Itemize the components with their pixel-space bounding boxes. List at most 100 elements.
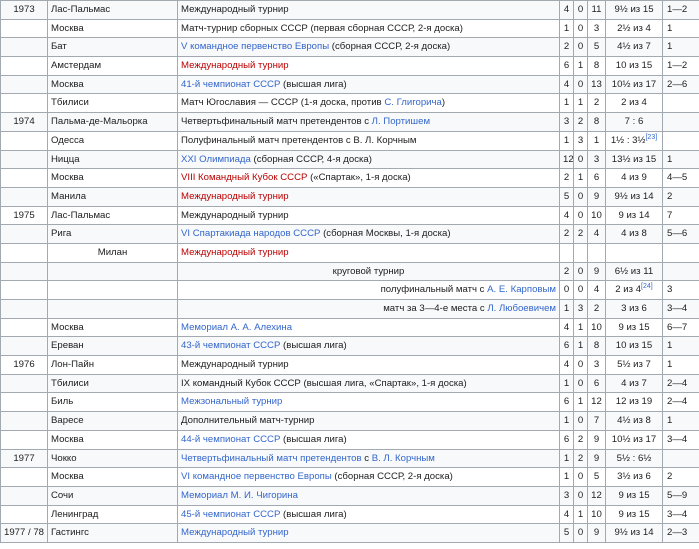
event-cell: Международный турнир (177, 186, 560, 207)
year-cell (0, 280, 48, 300)
draws-cell: 10 (587, 205, 606, 226)
table-row: Ленинград 45-й чемпионат СССР (высшая лиг… (0, 504, 699, 525)
table-row: Бат V командное первенство Европы (сборна… (0, 37, 699, 58)
wins-cell: 6 (559, 56, 574, 76)
footnote-link[interactable]: [23] (645, 134, 657, 141)
year-cell: 1976 (0, 355, 48, 375)
score-cell: 9½ из 14 (605, 523, 663, 543)
event-text: Международный турнир (181, 209, 289, 221)
city-cell: Москва (47, 317, 178, 338)
event-cell: V командное первенство Европы (сборная С… (177, 37, 560, 58)
wins-cell: 0 (559, 280, 574, 300)
event-link[interactable]: Л. Портишем (372, 116, 430, 127)
table-row: Милан Международный турнир (0, 242, 699, 263)
event-cell: Межзональный турнир (177, 392, 560, 413)
table-row: Ереван 43-й чемпионат СССР (высшая лига) 6… (0, 336, 699, 357)
event-link[interactable]: XXI Олимпиада (181, 154, 251, 165)
place-cell: 2 (662, 186, 699, 207)
event-link[interactable]: Международный турнир (181, 191, 289, 202)
event-cell: Международный турнир (177, 56, 560, 76)
losses-cell: 0 (573, 261, 588, 282)
event-cell: 43-й чемпионат СССР (высшая лига) (177, 336, 560, 357)
event-link[interactable]: 41-й чемпионат СССР (181, 79, 280, 90)
table-row: 1973 Лас-Пальмас Международный турнир 4 0 11 9… (0, 0, 699, 20)
wins-cell: 4 (559, 317, 574, 338)
event-cell: Мемориал М. И. Чигорина (177, 485, 560, 506)
table-row: Москва 44-й чемпионат СССР (высшая лига) 6… (0, 429, 699, 450)
year-cell (0, 504, 48, 525)
place-cell (662, 242, 699, 263)
event-link[interactable]: Международный турнир (181, 527, 289, 538)
year-cell (0, 392, 48, 413)
event-text: (высшая лига) (280, 340, 347, 352)
place-cell: 1 (662, 18, 699, 39)
event-link[interactable]: С. Глигорича (384, 97, 442, 108)
event-link[interactable]: VI командное первенство Европы (181, 471, 332, 482)
event-cell: VIII Командный Кубок СССР («Спартак», 1-… (177, 168, 560, 188)
place-cell: 6—7 (662, 317, 699, 338)
city-cell: Милан (47, 242, 178, 263)
event-link[interactable]: А. Е. Карповым (487, 284, 556, 295)
place-cell: 2—4 (662, 373, 699, 394)
event-link[interactable]: 44-й чемпионат СССР (181, 434, 280, 445)
place-cell (662, 130, 699, 151)
losses-cell: 2 (573, 112, 588, 132)
event-text: (высшая лига) (280, 433, 347, 445)
event-link[interactable]: Международный турнир (181, 247, 289, 258)
event-link[interactable]: V командное первенство Европы (181, 41, 329, 52)
place-cell: 2—4 (662, 392, 699, 413)
table-row: 1977 Чокко Четвертьфинальный матч претенде… (0, 448, 699, 469)
year-cell (0, 373, 48, 394)
draws-cell: 8 (587, 112, 606, 132)
place-cell: 5—9 (662, 485, 699, 506)
event-text: Полуфинальный матч претендентов с В. Л. … (181, 134, 417, 146)
losses-cell: 1 (573, 392, 588, 413)
event-link[interactable]: VI Спартакиада народов СССР (181, 228, 320, 239)
event-link[interactable]: 45-й чемпионат СССР (181, 509, 280, 520)
place-cell: 1 (662, 149, 699, 170)
losses-cell: 1 (573, 93, 588, 114)
event-text: (сборная СССР, 2-я доска) (331, 471, 453, 483)
score-cell: 10 из 15 (605, 56, 663, 76)
event-link[interactable]: В. Л. Корчным (372, 453, 435, 464)
event-link[interactable]: Мемориал М. И. Чигорина (181, 490, 298, 501)
event-cell: Дополнительный матч-турнир (177, 411, 560, 431)
table-row: Москва 41-й чемпионат СССР (высшая лига) 4… (0, 74, 699, 95)
year-cell (0, 485, 48, 506)
place-cell: 1—2 (662, 56, 699, 76)
footnote-link[interactable]: [24] (641, 283, 653, 290)
year-cell (0, 56, 48, 76)
place-cell: 2—6 (662, 74, 699, 95)
wins-cell: 1 (559, 448, 574, 469)
draws-cell: 3 (587, 18, 606, 39)
event-link[interactable]: 43-й чемпионат СССР (181, 340, 280, 351)
place-cell: 2 (662, 467, 699, 487)
place-cell: 1—2 (662, 0, 699, 20)
losses-cell: 1 (573, 317, 588, 338)
score-cell: 4 из 8 (605, 224, 663, 244)
score-cell: 3½ из 6 (605, 467, 663, 487)
event-link[interactable]: VIII Командный Кубок СССР (181, 172, 307, 183)
event-link[interactable]: Л. Любоевичем (487, 303, 556, 314)
table-row: Москва VIII Командный Кубок СССР («Спарта… (0, 168, 699, 188)
score-cell: 10 из 15 (605, 336, 663, 357)
score-cell: 6½ из 11 (605, 261, 663, 282)
event-cell: XXI Олимпиада (сборная СССР, 4-я доска) (177, 149, 560, 170)
event-cell: Международный турнир (177, 0, 560, 20)
draws-cell: 5 (587, 37, 606, 58)
event-text: круговой турнир (332, 265, 405, 277)
event-cell: 41-й чемпионат СССР (высшая лига) (177, 74, 560, 95)
event-link[interactable]: Четвертьфинальный матч претендентов (181, 453, 362, 464)
table-row: Варесе Дополнительный матч-турнир 1 0 7 4½ из… (0, 411, 699, 431)
event-link[interactable]: Мемориал А. А. Алехина (181, 322, 292, 333)
city-cell (47, 261, 178, 282)
year-cell (0, 149, 48, 170)
city-cell: Чокко (47, 448, 178, 469)
event-link[interactable]: Международный турнир (181, 60, 289, 71)
city-cell (47, 280, 178, 300)
event-link[interactable]: Межзональный турнир (181, 396, 282, 407)
losses-cell: 0 (573, 205, 588, 226)
losses-cell: 1 (573, 336, 588, 357)
event-cell: матч за 3—4-е места с Л. Любоевичем (177, 299, 560, 319)
event-cell: Матч Югославия — СССР (1-я доска, против… (177, 93, 560, 114)
